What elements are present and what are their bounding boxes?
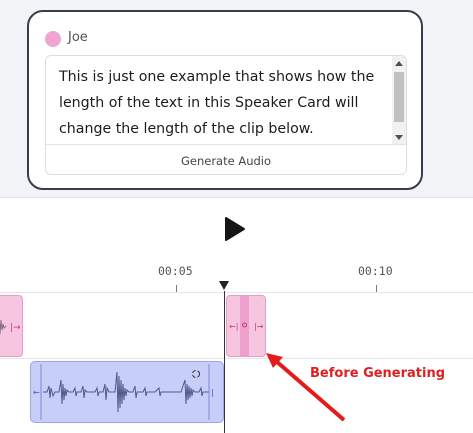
speaker-text-area[interactable]: This is just one example that shows how … [45, 55, 407, 175]
scroll-down-arrow-icon[interactable] [395, 135, 403, 140]
speaker-card: Joe This is just one example that shows … [27, 10, 423, 190]
editor-top-panel: Joe This is just one example that shows … [0, 0, 473, 197]
scroll-thumb[interactable] [394, 72, 404, 122]
generate-audio-button[interactable]: Generate Audio [46, 144, 406, 174]
timeline-panel: 00:05 00:10 |→ ←| |→ ←| | Before Generat… [0, 197, 473, 433]
speaker-text[interactable]: This is just one example that shows how … [59, 64, 389, 142]
annotation-arrow-icon [266, 353, 346, 422]
scroll-up-arrow-icon[interactable] [395, 61, 403, 66]
speaker-avatar[interactable] [45, 31, 61, 47]
speaker-name[interactable]: Joe [68, 30, 88, 45]
text-scrollbar[interactable] [392, 56, 406, 144]
